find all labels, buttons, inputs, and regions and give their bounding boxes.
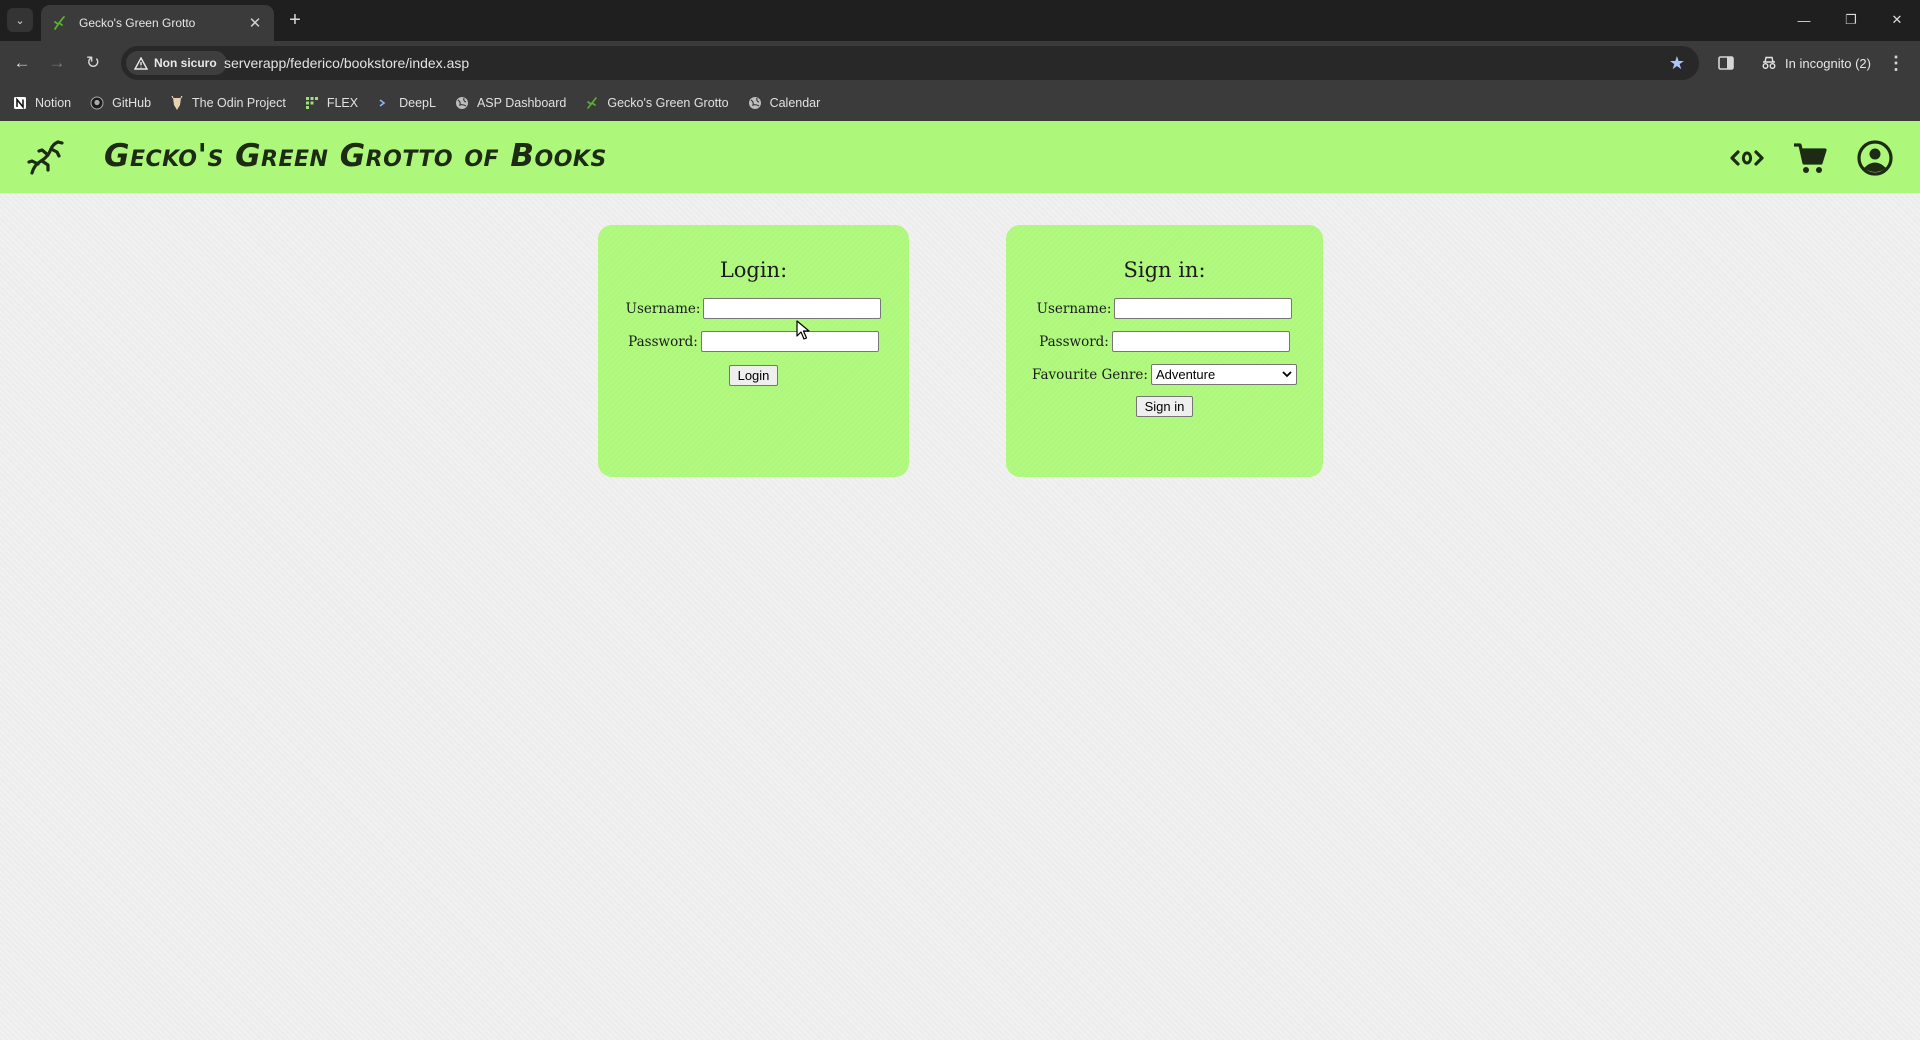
bookmark-label: ASP Dashboard — [476, 96, 567, 110]
chevron-down-icon: ⌄ — [15, 14, 25, 27]
login-password-label: Password: — [628, 333, 698, 350]
genre-selected-value: Adventure — [1155, 367, 1216, 382]
new-tab-button[interactable]: + — [282, 7, 308, 33]
bookmark-label: Notion — [35, 96, 72, 110]
address-bar[interactable]: Non sicuro serverapp/federico/bookstore/… — [121, 46, 1699, 80]
bookmark-github[interactable]: GitHub — [89, 95, 151, 111]
bookmark-label: FLEX — [326, 96, 359, 110]
site-header: Gecko's Green Grotto of Books — [0, 121, 1920, 193]
signin-password-row: Password: — [1006, 331, 1323, 352]
genre-select[interactable]: Adventure — [1150, 364, 1297, 385]
browser-toolbar: ← → ↻ Non sicuro serverapp/federico/book… — [0, 41, 1920, 85]
gecko-logo-icon[interactable] — [24, 137, 66, 179]
deepl-icon — [376, 95, 392, 111]
flex-icon — [304, 95, 320, 111]
arrow-right-icon: → — [48, 53, 66, 72]
incognito-chip[interactable]: In incognito (2) — [1750, 47, 1880, 79]
login-button-row: Login — [598, 365, 909, 386]
tab-search-button[interactable]: ⌄ — [7, 8, 33, 32]
reload-button[interactable]: ↻ — [80, 50, 106, 76]
signin-password-label: Password: — [1039, 333, 1109, 350]
odin-icon — [169, 95, 185, 111]
github-icon — [89, 95, 105, 111]
arrow-left-icon: ← — [13, 53, 31, 72]
notion-icon — [12, 95, 28, 111]
login-password-input[interactable] — [700, 331, 879, 352]
signin-button-row: Sign in — [1006, 396, 1323, 417]
globe-icon — [454, 95, 470, 111]
security-label: Non sicuro — [154, 56, 217, 70]
browser-menu-button[interactable]: ⋮ — [1884, 51, 1908, 75]
security-chip[interactable]: Non sicuro — [126, 51, 227, 75]
signin-username-input[interactable] — [1114, 298, 1293, 319]
signin-card: Sign in: Username: Password: Favourite G… — [1006, 225, 1323, 477]
bookmark-star-icon[interactable]: ★ — [1669, 53, 1685, 74]
bookmark-notion[interactable]: Notion — [12, 95, 71, 111]
bookmark-label: Calendar — [769, 96, 821, 110]
restore-icon: ❐ — [1845, 12, 1857, 27]
login-username-row: Username: — [598, 298, 909, 319]
close-window-button[interactable]: ✕ — [1880, 8, 1914, 32]
incognito-label: In incognito (2) — [1785, 55, 1871, 71]
bookmark-deepl[interactable]: DeepL — [376, 95, 436, 111]
bookmarks-bar: Notion GitHub The Odin Project FLEX Deep… — [0, 85, 1920, 121]
gecko-icon — [584, 95, 600, 111]
account-icon[interactable] — [1856, 139, 1894, 177]
login-username-label: Username: — [625, 300, 701, 317]
plus-icon: + — [289, 8, 301, 31]
signin-button[interactable]: Sign in — [1135, 396, 1194, 417]
bookmark-label: GitHub — [112, 96, 152, 110]
side-panel-icon[interactable] — [1716, 53, 1736, 73]
incognito-icon — [1762, 56, 1776, 69]
bookmark-label: Gecko's Green Grotto — [607, 96, 729, 110]
more-vert-icon: ⋮ — [1887, 52, 1905, 73]
signin-heading: Sign in: — [1123, 258, 1206, 282]
reload-icon: ↻ — [85, 53, 101, 72]
url-text: serverapp/federico/bookstore/index.asp — [224, 55, 470, 71]
login-heading: Login: — [719, 258, 788, 282]
tab-bar: ⌄ Gecko's Green Grotto ✕ + — ❐ ✕ — [0, 0, 1920, 41]
forward-button[interactable]: → — [44, 50, 70, 76]
cart-icon[interactable] — [1791, 139, 1829, 177]
signin-username-label: Username: — [1036, 300, 1112, 317]
signin-genre-row: Favourite Genre: Adventure — [1006, 364, 1323, 385]
login-password-row: Password: — [598, 331, 909, 352]
bookmark-calendar[interactable]: Calendar — [747, 95, 821, 111]
page-content: Gecko's Green Grotto of Books Login: Use… — [0, 121, 1920, 1040]
login-button[interactable]: Login — [728, 365, 779, 386]
gecko-icon — [54, 16, 65, 30]
signin-genre-label: Favourite Genre: — [1032, 366, 1148, 383]
site-title[interactable]: Gecko's Green Grotto of Books — [104, 138, 607, 174]
minimize-icon: — — [1797, 12, 1811, 28]
tab-title: Gecko's Green Grotto — [79, 16, 196, 30]
signin-password-input[interactable] — [1111, 331, 1290, 352]
back-button[interactable]: ← — [9, 50, 35, 76]
login-card: Login: Username: Password: Login — [598, 225, 909, 477]
chevron-down-icon — [1282, 371, 1292, 378]
minimize-button[interactable]: — — [1787, 8, 1821, 32]
tab-active[interactable]: Gecko's Green Grotto ✕ — [41, 5, 274, 41]
bookmark-label: DeepL — [399, 96, 436, 110]
mouse-cursor-icon — [796, 320, 810, 340]
bookmark-label: The Odin Project — [192, 96, 286, 110]
login-username-input[interactable] — [703, 298, 882, 319]
close-icon[interactable]: ✕ — [246, 14, 264, 32]
bookmark-flex[interactable]: FLEX — [304, 95, 358, 111]
close-icon: ✕ — [1891, 12, 1903, 27]
bookmark-odin-project[interactable]: The Odin Project — [169, 95, 286, 111]
signin-username-row: Username: — [1006, 298, 1323, 319]
globe-icon — [747, 95, 763, 111]
restore-button[interactable]: ❐ — [1834, 8, 1868, 32]
code-icon[interactable] — [1728, 139, 1766, 177]
bookmark-geckos-green-grotto[interactable]: Gecko's Green Grotto — [584, 95, 729, 111]
warning-icon — [134, 56, 148, 70]
bookmark-asp-dashboard[interactable]: ASP Dashboard — [454, 95, 566, 111]
